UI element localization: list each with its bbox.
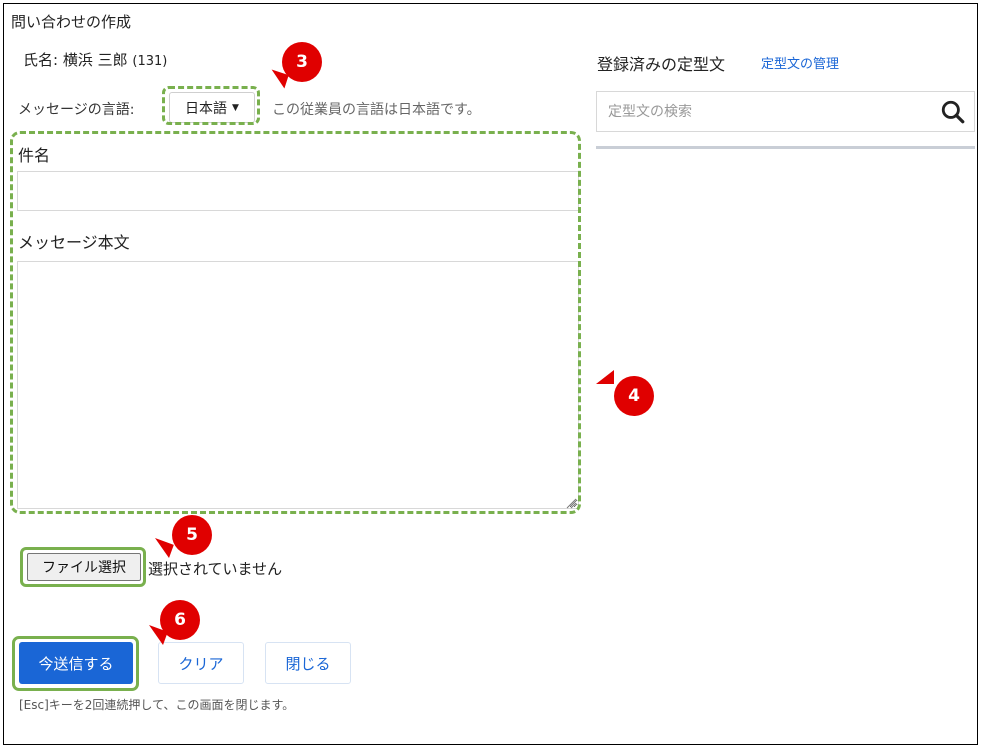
employee-name: 氏名: 横浜 三郎 (131): [23, 49, 167, 70]
resize-handle-icon[interactable]: [565, 497, 577, 509]
message-body-textarea[interactable]: [17, 261, 579, 509]
manage-templates-link[interactable]: 定型文の管理: [761, 53, 839, 72]
language-dropdown[interactable]: 日本語 ▼: [169, 92, 255, 123]
employee-name-text: 氏名: 横浜 三郎: [23, 51, 128, 69]
language-selected: 日本語: [185, 100, 228, 117]
template-search-input[interactable]: [597, 92, 940, 131]
close-button[interactable]: 閉じる: [265, 642, 351, 684]
subject-label: 件名: [18, 146, 51, 165]
caret-down-icon: ▼: [232, 102, 239, 113]
search-icon[interactable]: [940, 99, 966, 125]
send-now-button[interactable]: 今送信する: [19, 642, 133, 684]
callout-6: 6: [160, 600, 200, 640]
esc-hint: [Esc]キーを2回連続押して、この画面を閉じます。: [19, 698, 295, 712]
body-label: メッセージ本文: [18, 233, 130, 252]
dialog-title: 問い合わせの作成: [11, 13, 132, 31]
callout-5: 5: [172, 515, 212, 555]
templates-divider: [596, 146, 975, 149]
callout-4: 4: [614, 376, 654, 416]
callout-3: 3: [282, 42, 322, 82]
clear-button[interactable]: クリア: [158, 642, 244, 684]
file-select-button[interactable]: ファイル選択: [27, 553, 141, 581]
employee-id: (131): [132, 54, 168, 69]
template-search-box: [596, 91, 975, 132]
language-label: メッセージの言語:: [18, 102, 135, 118]
file-status: 選択されていません: [148, 560, 283, 578]
callout-4-tail: [596, 370, 614, 384]
language-note: この従業員の言語は日本語です。: [272, 102, 481, 118]
subject-input[interactable]: [17, 171, 579, 211]
templates-title: 登録済みの定型文: [597, 55, 726, 74]
